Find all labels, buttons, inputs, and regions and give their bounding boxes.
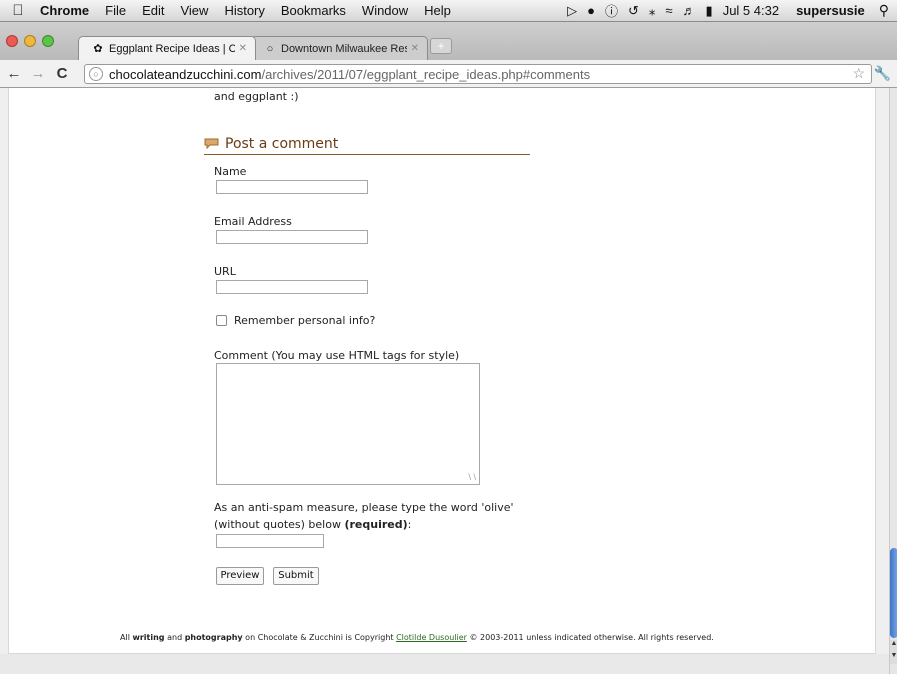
- bookmark-star-icon[interactable]: ☆: [852, 65, 865, 82]
- url-input[interactable]: [216, 280, 368, 294]
- name-input[interactable]: [216, 180, 368, 194]
- menu-view[interactable]: View: [172, 0, 216, 22]
- preview-button[interactable]: Preview: [216, 567, 264, 585]
- menu-bookmarks[interactable]: Bookmarks: [273, 0, 354, 22]
- ghost-icon[interactable]: ●: [582, 3, 600, 18]
- reload-icon[interactable]: C: [52, 65, 72, 82]
- time-machine-icon[interactable]: ↺: [623, 3, 644, 19]
- new-tab-button[interactable]: +: [430, 38, 452, 54]
- zoom-window-button[interactable]: [42, 35, 54, 47]
- email-input[interactable]: [216, 230, 368, 244]
- clock-text[interactable]: Jul 5 4:32: [718, 3, 784, 18]
- site-favicon-icon: ✿: [93, 42, 103, 55]
- submit-button[interactable]: Submit: [273, 567, 319, 585]
- window-controls: [6, 35, 54, 47]
- url-label: URL: [214, 265, 236, 278]
- page-bottom-band: [0, 654, 889, 674]
- tab-title: Eggplant Recipe Ideas | Cho: [109, 42, 235, 55]
- menu-help[interactable]: Help: [416, 0, 459, 22]
- wrench-menu-icon[interactable]: 🔧: [874, 65, 891, 82]
- post-comment-heading: Post a comment: [204, 133, 530, 155]
- close-tab-icon[interactable]: ✕: [239, 43, 247, 54]
- bluetooth-icon[interactable]: ⁎: [644, 3, 661, 19]
- menu-history[interactable]: History: [216, 0, 272, 22]
- antispam-colon: :: [407, 518, 412, 531]
- antispam-line2-text: (without quotes) below: [214, 518, 341, 531]
- browser-toolbar: ← → C ○ chocolateandzucchini.com/archive…: [0, 60, 897, 88]
- footer-writing: writing: [132, 633, 165, 642]
- footer-photography: photography: [184, 633, 243, 642]
- remember-label[interactable]: Remember personal info?: [234, 314, 375, 327]
- required-marker: (required): [344, 518, 408, 531]
- antispam-line1: As an anti-spam measure, please type the…: [214, 501, 514, 514]
- vertical-scrollbar[interactable]: ▲ ▼: [889, 88, 897, 674]
- footer-part1: All: [120, 633, 133, 642]
- tab-eggplant-recipes[interactable]: ✿ Eggplant Recipe Ideas | Cho ✕: [78, 36, 256, 60]
- volume-icon[interactable]: ♬: [678, 3, 701, 18]
- status-area: ▷ ● ⓘ ↺ ⁎ ≈ ♬ ▮ Jul 5 4:32 supersusie ⚲: [562, 1, 897, 20]
- url-host: chocolateandzucchini.com: [109, 66, 262, 82]
- address-bar[interactable]: ○ chocolateandzucchini.com/archives/2011…: [84, 64, 872, 84]
- alert-icon[interactable]: ⓘ: [600, 1, 623, 20]
- menu-window[interactable]: Window: [354, 0, 416, 22]
- minimize-window-button[interactable]: [24, 35, 36, 47]
- wifi-icon[interactable]: ≈: [660, 3, 677, 18]
- scroll-down-arrow-icon[interactable]: ▼: [890, 652, 897, 664]
- close-window-button[interactable]: [6, 35, 18, 47]
- page-viewport: and eggplant :) Post a comment Name Emai…: [0, 88, 889, 674]
- author-link[interactable]: Clotilde Dusoulier: [396, 633, 467, 642]
- apple-icon[interactable]: : [0, 2, 36, 19]
- page-margin-right: [876, 88, 889, 674]
- section-title: Post a comment: [225, 135, 339, 152]
- remember-checkbox[interactable]: [216, 315, 227, 326]
- comment-label: Comment (You may use HTML tags for style…: [214, 349, 460, 362]
- resize-grip-icon[interactable]: ∖∖: [467, 473, 477, 482]
- spotlight-icon[interactable]: ⚲: [875, 2, 897, 19]
- name-label: Name: [214, 165, 247, 178]
- mac-menu-bar:  Chrome File Edit View History Bookmark…: [0, 0, 897, 22]
- previous-comment-text: and eggplant :): [214, 90, 299, 103]
- tab-milwaukee-restaurants[interactable]: ○ Downtown Milwaukee Restau ✕: [250, 36, 428, 60]
- scroll-up-arrow-icon[interactable]: ▲: [890, 640, 897, 652]
- speech-bubble-icon: [204, 138, 219, 149]
- close-tab-icon[interactable]: ✕: [411, 43, 419, 54]
- url-path: /archives/2011/07/eggplant_recipe_ideas.…: [261, 66, 591, 82]
- footer-copyright: All writing and photography on Chocolate…: [120, 633, 714, 642]
- footer-part3: on Chocolate & Zucchini is Copyright: [242, 633, 397, 642]
- antispam-input[interactable]: [216, 534, 324, 548]
- loading-favicon-icon: ○: [266, 42, 274, 55]
- comment-textarea[interactable]: ∖∖: [216, 363, 480, 485]
- forward-arrow-icon[interactable]: →: [28, 65, 48, 82]
- footer-part2: and: [164, 633, 185, 642]
- tab-title: Downtown Milwaukee Restau: [281, 42, 407, 55]
- antispam-line2: (without quotes) below (required):: [214, 518, 411, 531]
- page-margin-left: [0, 88, 8, 674]
- user-name[interactable]: supersusie: [784, 3, 875, 18]
- scrollbar-thumb[interactable]: [890, 548, 897, 638]
- email-label: Email Address: [214, 215, 292, 228]
- footer-part4: © 2003-2011 unless indicated otherwise. …: [466, 633, 714, 642]
- media-icon[interactable]: ▷: [562, 3, 582, 19]
- back-arrow-icon[interactable]: ←: [4, 65, 24, 82]
- menu-file[interactable]: File: [97, 0, 134, 22]
- page-info-icon[interactable]: ○: [89, 67, 103, 81]
- tab-strip: ✿ Eggplant Recipe Ideas | Cho ✕ ○ Downto…: [0, 22, 897, 60]
- battery-icon[interactable]: ▮: [701, 3, 718, 19]
- menu-app-chrome[interactable]: Chrome: [36, 0, 97, 22]
- menu-edit[interactable]: Edit: [134, 0, 172, 22]
